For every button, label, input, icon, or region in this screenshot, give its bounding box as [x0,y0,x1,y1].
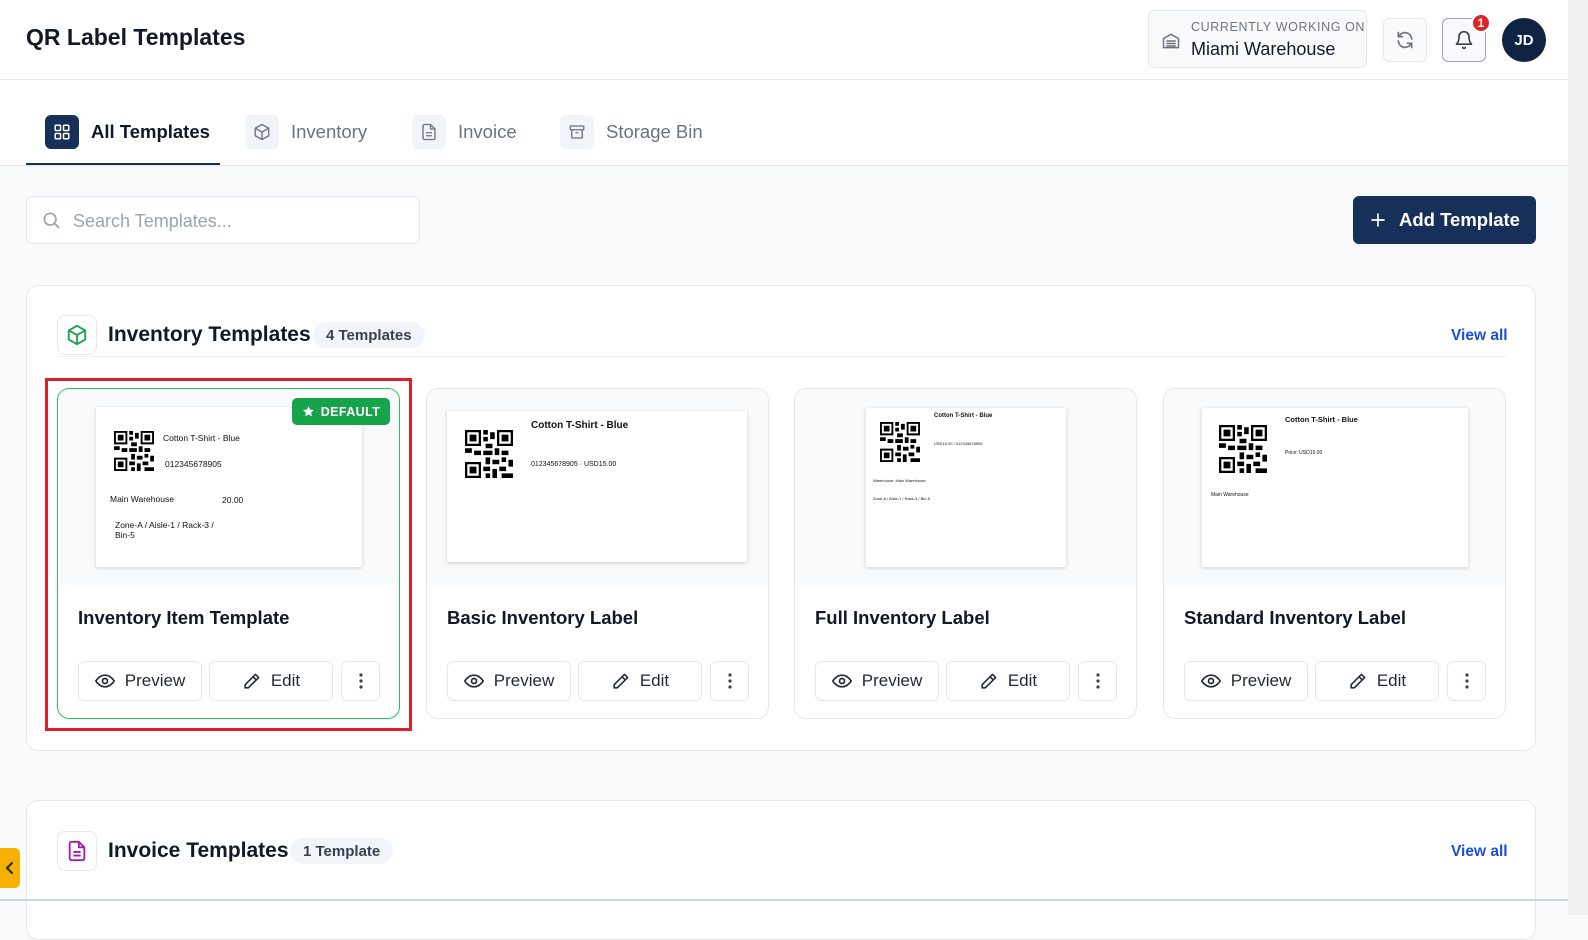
warehouse-icon [1162,33,1180,49]
grid-icon [45,115,79,149]
preview-price: Price: USD15.00 [1285,450,1323,456]
section-divider [57,356,1507,357]
invoice-template-count: 1 Template [290,838,394,864]
document-icon [68,840,86,862]
inventory-template-count: 4 Templates [313,322,425,348]
template-preview-area: Cotton T-Shirt - Blue Price: USD15.00 Ma… [1164,389,1505,585]
tab-inventory[interactable]: Inventory [245,112,367,152]
preview-warehouse: Warehouse: Main Warehouse [873,478,926,483]
label-preview: Cotton T-Shirt - Blue 012345678905 · USD… [447,411,747,562]
preview-button-label: Preview [1230,671,1292,690]
qr-code-icon [1219,425,1267,473]
tab-label: Inventory [291,121,368,142]
label-preview: Cotton T-Shirt - Blue USD15.00 / 0123456… [866,408,1066,567]
edit-button-label: Edit [1376,671,1407,690]
template-preview-area: Cotton T-Shirt - Blue USD15.00 / 0123456… [795,389,1136,585]
pencil-icon [1350,673,1366,689]
tab-label: All Templates [91,121,210,142]
sidebar-toggle-button[interactable] [0,848,20,888]
tab-label: Invoice [458,121,517,142]
template-card-full-inventory[interactable]: Cotton T-Shirt - Blue USD15.00 / 0123456… [794,388,1137,719]
notification-badge: 1 [1471,13,1491,33]
chevron-left-icon [5,862,13,874]
plus-icon [1371,213,1385,227]
workspace-selector[interactable]: CURRENTLY WORKING ON Miami Warehouse [1148,10,1367,68]
scrollbar[interactable] [1568,0,1588,915]
more-options-button[interactable] [1078,661,1117,701]
bottom-edge [0,899,1568,901]
add-template-button[interactable]: Add Template [1353,196,1536,244]
preview-item-name: Cotton T-Shirt - Blue [531,420,629,431]
template-card-standard-inventory[interactable]: Cotton T-Shirt - Blue Price: USD15.00 Ma… [1163,388,1506,719]
page-title: QR Label Templates [26,24,246,50]
preview-details: USD15.00 / 012345678905 [934,441,983,446]
add-template-label: Add Template [1399,209,1520,230]
pencil-icon [981,673,997,689]
search-icon [43,212,60,229]
more-options-button[interactable] [710,661,749,701]
template-card-title: Standard Inventory Label [1184,607,1407,628]
eye-icon [463,674,484,688]
more-options-button[interactable] [1447,661,1486,701]
kebab-menu-icon [727,673,732,689]
label-preview: Cotton T-Shirt - Blue Price: USD15.00 Ma… [1202,408,1468,567]
edit-button[interactable]: Edit [578,661,702,701]
tab-label: Storage Bin [606,121,703,142]
refresh-button[interactable] [1383,18,1427,62]
tab-storage-bin[interactable]: Storage Bin [560,112,703,152]
preview-item-name: Cotton T-Shirt - Blue [934,413,993,419]
active-tab-indicator [26,163,220,165]
template-preview-area: Cotton T-Shirt - Blue 012345678905 · USD… [427,389,768,585]
workspace-label: CURRENTLY WORKING ON [1191,20,1366,34]
selection-highlight [45,378,412,731]
preview-button[interactable]: Preview [815,661,939,701]
eye-icon [831,674,852,688]
inventory-view-all-link[interactable]: View all [1451,327,1508,345]
invoice-templates-section [26,800,1536,940]
search-input[interactable] [71,197,405,245]
invoice-section-icon [57,831,97,871]
workspace-name: Miami Warehouse [1191,39,1336,59]
inventory-section-title: Inventory Templates [108,323,311,346]
edit-button-label: Edit [639,671,670,690]
invoice-view-all-link[interactable]: View all [1451,843,1508,861]
template-card-title: Basic Inventory Label [447,607,639,628]
template-card-title: Full Inventory Label [815,607,990,628]
preview-button-label: Preview [493,671,555,690]
edit-button-label: Edit [1007,671,1038,690]
preview-location: Zone-A / Aisle-1 / Rack-3 / Bin-5 [873,496,930,501]
tab-all-templates[interactable]: All Templates [45,112,210,152]
pencil-icon [613,673,629,689]
kebab-menu-icon [1095,673,1100,689]
preview-warehouse: Main Warehouse [1211,492,1249,498]
inventory-section-icon [57,315,97,355]
tab-invoice[interactable]: Invoice [412,112,517,152]
preview-button-label: Preview [861,671,923,690]
bell-icon [1455,30,1473,50]
kebab-menu-icon [1464,673,1469,689]
eye-icon [1200,674,1221,688]
template-card-basic-inventory[interactable]: Cotton T-Shirt - Blue 012345678905 · USD… [426,388,769,719]
box-icon [245,115,279,149]
invoice-section-title: Invoice Templates [108,839,289,862]
edit-button[interactable]: Edit [946,661,1070,701]
preview-details: 012345678905 · USD15.00 [531,461,617,468]
edit-button[interactable]: Edit [1315,661,1439,701]
tab-bar [0,80,1568,166]
refresh-icon [1397,31,1413,49]
qr-code-icon [880,422,920,462]
document-icon [412,115,446,149]
qr-code-icon [465,430,513,478]
preview-button[interactable]: Preview [1184,661,1308,701]
search-box [26,196,420,245]
preview-button[interactable]: Preview [447,661,571,701]
user-avatar[interactable]: JD [1502,18,1546,62]
box-icon [67,324,87,346]
archive-icon [560,115,594,149]
preview-item-name: Cotton T-Shirt - Blue [1285,415,1358,424]
